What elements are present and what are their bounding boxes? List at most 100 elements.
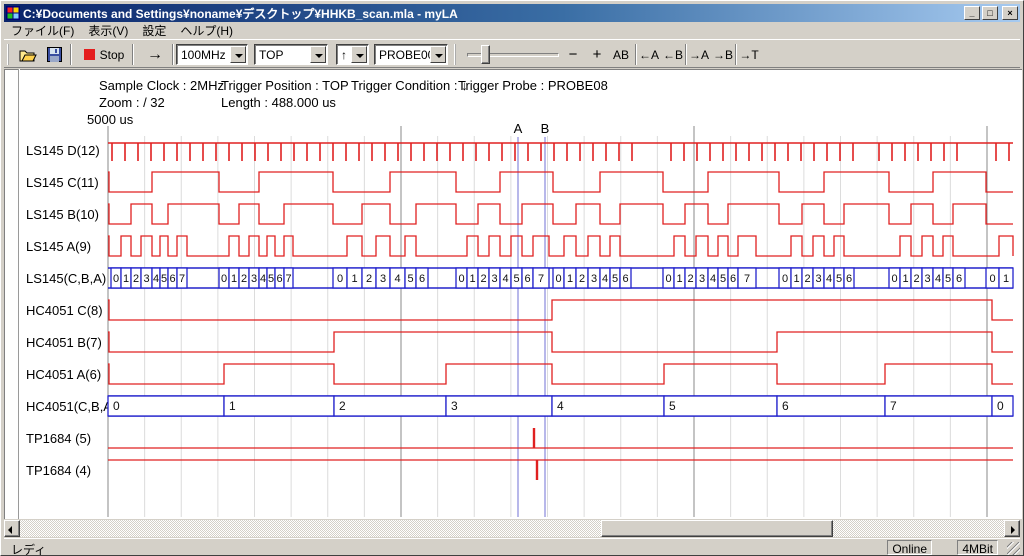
close-button[interactable]: × xyxy=(1002,6,1018,20)
trigger-position-combo[interactable]: TOP xyxy=(254,44,328,65)
bus-value: 6 xyxy=(622,273,628,285)
bus-value: 6 xyxy=(524,273,530,285)
bus-value: 6 xyxy=(846,273,852,285)
bus-value: 1 xyxy=(676,273,682,285)
bus-cell xyxy=(108,396,224,416)
bus-value: 1 xyxy=(902,273,908,285)
dropdown-arrow-icon[interactable] xyxy=(351,46,367,63)
trigger-probe-combo[interactable]: PROBE00 xyxy=(374,44,448,65)
toolbar-grip xyxy=(454,44,457,65)
zoom-in-button[interactable]: + xyxy=(588,43,606,66)
toolbar-separator xyxy=(635,44,637,65)
waveform-plot[interactable]: AB01234567012345670123456012345670123456… xyxy=(1,68,1024,519)
zoom-slider-handle[interactable] xyxy=(481,45,490,64)
bus-value: 6 xyxy=(782,399,789,413)
toolbar: Stop → 100MHz TOP ↑ PROBE00 − + AB ←A ←B xyxy=(4,39,1020,68)
bus-value: 2 xyxy=(687,273,693,285)
menu-view[interactable]: 表示(V) xyxy=(81,23,135,38)
bus-value: 5 xyxy=(669,399,676,413)
bus-value: 2 xyxy=(804,273,810,285)
cursor-A-label: A xyxy=(514,121,523,136)
bus-value: 4 xyxy=(153,273,159,285)
trigger-position-value: TOP xyxy=(259,48,283,62)
bus-value: 0 xyxy=(665,273,671,285)
bus-value: 6 xyxy=(276,273,282,285)
bus-value: 3 xyxy=(924,273,930,285)
bus-value: 7 xyxy=(744,273,750,285)
ab-button[interactable]: AB xyxy=(608,43,634,66)
bus-value: 4 xyxy=(260,273,266,285)
bus-value: 6 xyxy=(419,273,425,285)
resize-grip[interactable] xyxy=(1007,542,1020,555)
bus-value: 6 xyxy=(169,273,175,285)
trigger-probe-value: PROBE00 xyxy=(379,48,434,62)
goto-trigger-button[interactable]: →T xyxy=(738,43,760,66)
bus-value: 4 xyxy=(935,273,941,285)
open-button[interactable] xyxy=(16,43,40,66)
bus-value: 1 xyxy=(229,399,236,413)
dropdown-arrow-icon[interactable] xyxy=(310,46,326,63)
run-button[interactable]: → xyxy=(138,43,172,66)
dropdown-arrow-icon[interactable] xyxy=(430,46,446,63)
zoom-out-button[interactable]: − xyxy=(564,43,582,66)
toolbar-separator xyxy=(735,44,737,65)
bus-value: 7 xyxy=(538,273,544,285)
menu-bar: ファイル(F) 表示(V) 設定 ヘルプ(H) xyxy=(4,22,1020,39)
bus-value: 5 xyxy=(945,273,951,285)
stop-label: Stop xyxy=(100,48,125,62)
bus-value: 7 xyxy=(179,273,185,285)
bus-value: 5 xyxy=(612,273,618,285)
save-button[interactable] xyxy=(42,43,66,66)
scrollbar-thumb[interactable] xyxy=(601,520,833,537)
open-folder-icon xyxy=(19,48,37,62)
bus-value: 5 xyxy=(513,273,519,285)
goto-cursor-b-right-button[interactable]: →B xyxy=(712,43,734,66)
sample-clock-combo[interactable]: 100MHz xyxy=(176,44,248,65)
bus-value: 4 xyxy=(502,273,508,285)
menu-settings[interactable]: 設定 xyxy=(135,23,173,38)
bus-value: 2 xyxy=(480,273,486,285)
scroll-right-button[interactable] xyxy=(1004,520,1020,537)
toolbar-separator xyxy=(70,44,72,65)
bus-value: 0 xyxy=(997,399,1004,413)
app-icon xyxy=(6,6,20,20)
bus-value: 5 xyxy=(407,273,413,285)
window-title: C:¥Documents and Settings¥noname¥デスクトップ¥… xyxy=(23,5,458,22)
bus-cell xyxy=(552,396,664,416)
bus-value: 2 xyxy=(579,273,585,285)
goto-cursor-b-left-button[interactable]: ←B xyxy=(662,43,684,66)
menu-file[interactable]: ファイル(F) xyxy=(4,23,81,38)
status-ready-text: レディ xyxy=(11,541,46,556)
stop-icon xyxy=(84,49,95,60)
title-bar: C:¥Documents and Settings¥noname¥デスクトップ¥… xyxy=(4,4,1020,22)
bus-value: 3 xyxy=(380,273,386,285)
bus-value: 3 xyxy=(591,273,597,285)
bus-value: 3 xyxy=(451,399,458,413)
scroll-left-button[interactable] xyxy=(4,520,20,537)
goto-cursor-a-left-button[interactable]: ←A xyxy=(638,43,660,66)
bus-cell xyxy=(664,396,777,416)
bus-value: 1 xyxy=(567,273,573,285)
stop-button[interactable]: Stop xyxy=(78,43,130,66)
bus-value: 1 xyxy=(793,273,799,285)
bus-value: 2 xyxy=(133,273,139,285)
minimize-button[interactable]: _ xyxy=(964,6,980,20)
bus-value: 1 xyxy=(231,273,237,285)
bus-cell xyxy=(446,396,552,416)
bus-value: 0 xyxy=(782,273,788,285)
bus-value: 4 xyxy=(394,273,400,285)
bus-value: 0 xyxy=(337,273,343,285)
goto-cursor-a-right-button[interactable]: →A xyxy=(688,43,710,66)
menu-help[interactable]: ヘルプ(H) xyxy=(173,23,240,38)
dropdown-arrow-icon[interactable] xyxy=(230,46,246,63)
floppy-icon xyxy=(47,47,62,62)
bus-cell xyxy=(334,396,446,416)
trigger-edge-combo[interactable]: ↑ xyxy=(336,44,369,65)
bus-value: 5 xyxy=(836,273,842,285)
bus-value: 0 xyxy=(891,273,897,285)
bus-value: 4 xyxy=(710,273,716,285)
bus-value: 3 xyxy=(143,273,149,285)
horizontal-scrollbar[interactable] xyxy=(4,520,1020,537)
bus-value: 0 xyxy=(458,273,464,285)
maximize-button[interactable]: □ xyxy=(982,6,998,20)
